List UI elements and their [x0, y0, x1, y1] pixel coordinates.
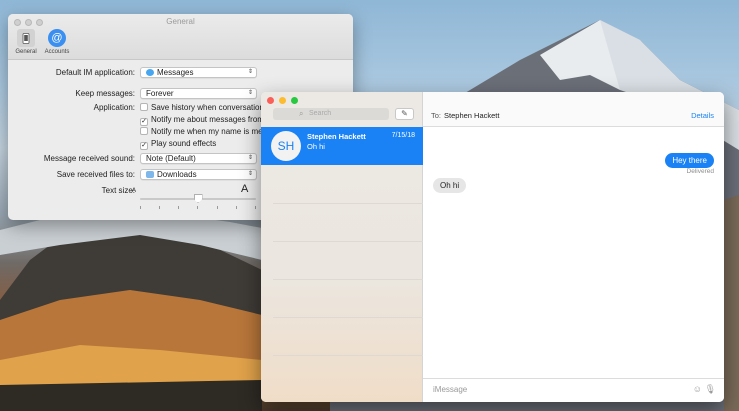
keep-messages-value: Forever	[146, 89, 174, 98]
chevron-updown-icon: ⇕	[247, 155, 253, 161]
compose-icon: ✎	[401, 109, 408, 118]
application-label: Application:	[93, 103, 135, 112]
slider-knob[interactable]	[193, 194, 203, 203]
conversations-sidebar: ⌕ Search ✎ SH Stephen Hackett 7/15/18 Oh…	[261, 92, 423, 402]
default-im-value: Messages	[157, 68, 194, 77]
checkbox-box[interactable]	[140, 127, 148, 135]
message-input-bar: iMessage ☺ 🎙	[423, 378, 724, 402]
messages-window: ⌕ Search ✎ SH Stephen Hackett 7/15/18 Oh…	[261, 92, 724, 402]
checkbox-box[interactable]	[140, 103, 148, 111]
compose-button[interactable]: ✎	[395, 108, 414, 120]
play-sounds-label: Play sound effects	[151, 139, 217, 148]
tab-accounts[interactable]: @ Accounts	[42, 29, 72, 55]
save-history-label: Save history when conversations	[151, 103, 268, 112]
save-files-popup[interactable]: Downloads ⇕	[140, 169, 257, 180]
notify-messages-checkbox[interactable]: ✓ Notify me about messages from	[140, 115, 264, 126]
messages-app-icon	[146, 69, 154, 76]
notify-name-label: Notify me when my name is men	[151, 127, 268, 136]
phone-icon	[17, 29, 35, 47]
tab-general-label: General	[15, 49, 37, 55]
window-title: General	[166, 17, 195, 26]
notify-name-checkbox[interactable]: Notify me when my name is men	[140, 127, 267, 136]
conversation-header: To: Stephen Hackett Details	[423, 92, 724, 127]
save-history-checkbox[interactable]: Save history when conversations	[140, 103, 268, 112]
chevron-updown-icon: ⇕	[247, 171, 253, 177]
save-files-value: Downloads	[157, 170, 197, 179]
tab-accounts-label: Accounts	[44, 49, 70, 55]
conversation-preview: Oh hi	[307, 142, 325, 151]
recipient-field[interactable]: To: Stephen Hackett	[431, 111, 499, 120]
at-sign-icon: @	[48, 29, 66, 47]
recipient-name: Stephen Hackett	[444, 111, 500, 120]
conversation-name: Stephen Hackett	[307, 132, 366, 141]
details-button[interactable]: Details	[691, 111, 714, 120]
text-size-small-a: A	[132, 188, 137, 194]
chevron-updown-icon: ⇕	[247, 69, 253, 75]
text-size-label: Text size:	[101, 186, 135, 195]
slider-ticks	[140, 206, 256, 209]
divider	[273, 317, 423, 318]
message-bubble-outgoing[interactable]: Hey there	[665, 153, 714, 168]
to-label: To:	[431, 111, 442, 120]
message-input[interactable]: iMessage	[433, 385, 467, 394]
emoji-icon[interactable]: ☺	[693, 384, 702, 394]
folder-icon	[146, 171, 154, 178]
received-sound-label: Message received sound:	[43, 154, 135, 163]
divider	[273, 279, 423, 280]
message-bubble-incoming[interactable]: Oh hi	[433, 178, 467, 193]
conversation-date: 7/15/18	[391, 132, 415, 139]
close-button[interactable]	[267, 97, 274, 104]
save-files-label: Save received files to:	[56, 170, 135, 179]
search-placeholder: Search	[309, 110, 332, 117]
zoom-button[interactable]	[291, 97, 298, 104]
chevron-updown-icon: ⇕	[247, 90, 253, 96]
keep-messages-label: Keep messages:	[75, 89, 135, 98]
conversation-item[interactable]: SH Stephen Hackett 7/15/18 Oh hi	[261, 127, 423, 165]
divider	[273, 355, 423, 356]
delivered-status: Delivered	[686, 168, 714, 175]
play-sounds-checkbox[interactable]: ✓ Play sound effects	[140, 139, 216, 150]
notify-messages-label: Notify me about messages from	[151, 115, 264, 124]
divider	[273, 203, 423, 204]
default-im-popup[interactable]: Messages ⇕	[140, 67, 257, 78]
divider	[273, 241, 423, 242]
search-input[interactable]: ⌕ Search	[273, 108, 389, 120]
avatar: SH	[271, 131, 301, 161]
checkmark-icon[interactable]: ✓	[140, 118, 148, 126]
tab-general[interactable]: General	[11, 29, 41, 55]
keep-messages-popup[interactable]: Forever ⇕	[140, 88, 257, 99]
minimize-button[interactable]	[279, 97, 286, 104]
preferences-toolbar: General General @ Accounts	[8, 14, 353, 60]
search-icon: ⌕	[299, 109, 304, 118]
received-sound-value: Note (Default)	[146, 154, 196, 163]
text-size-large-a: A	[241, 183, 249, 195]
default-im-label: Default IM application:	[55, 68, 135, 77]
checkmark-icon[interactable]: ✓	[140, 142, 148, 150]
received-sound-popup[interactable]: Note (Default) ⇕	[140, 153, 257, 164]
microphone-icon[interactable]: 🎙	[705, 384, 716, 395]
